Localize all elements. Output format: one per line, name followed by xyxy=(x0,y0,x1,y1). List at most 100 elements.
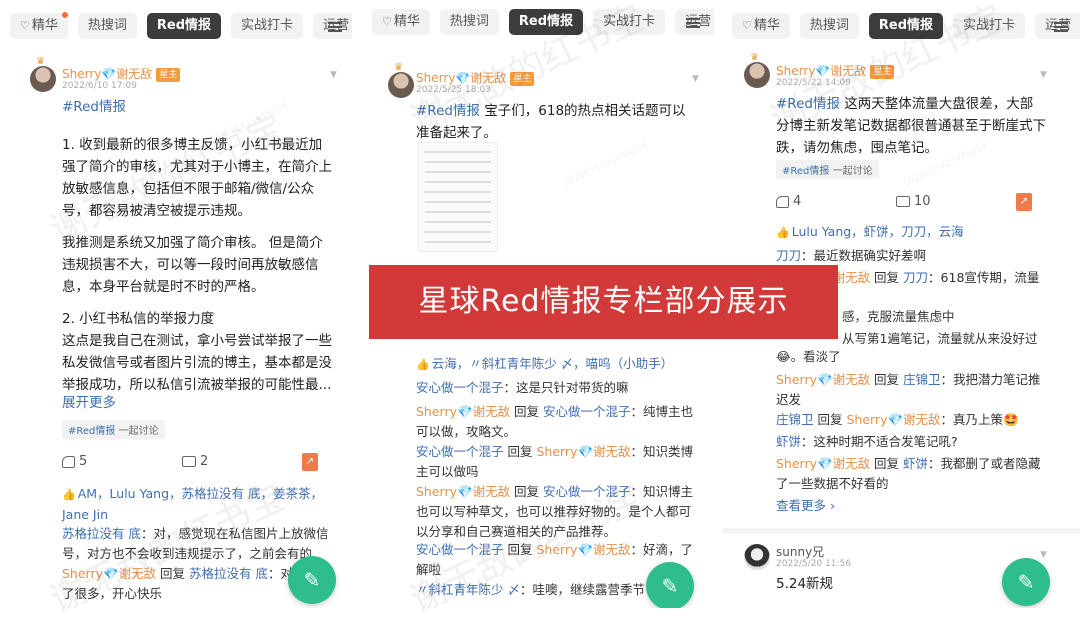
chevron-down-icon[interactable]: ▼ xyxy=(1040,70,1047,80)
comment-count: 2 xyxy=(200,454,209,469)
topic-chip[interactable]: #Red情报 一起讨论 xyxy=(776,160,879,179)
liked-by-names[interactable]: Lulu Yang，虾饼，刀刀，云海 xyxy=(792,224,964,239)
view-more-link[interactable]: 查看更多 › xyxy=(776,496,835,516)
liked-by-names[interactable]: AM，Lulu Yang，苏格拉没有 底，姜茶茶，Jane Jin xyxy=(62,486,323,522)
tab-label: 精华 xyxy=(31,18,58,33)
thumb-up-icon: 👍 xyxy=(776,226,790,239)
expand-more-link[interactable]: 展开更多 xyxy=(62,392,116,414)
chip-tag: #Red情报 xyxy=(782,166,830,177)
commenter-name[interactable]: Sherry💎谢无敌 xyxy=(776,372,870,387)
commenter-name[interactable]: 虾饼 xyxy=(776,434,801,449)
reply-to-name[interactable]: 庄锦卫 xyxy=(903,372,941,387)
commenter-name[interactable]: Sherry💎谢无敌 xyxy=(416,404,510,419)
commenter-name[interactable]: 安心做一个混子 xyxy=(416,380,504,395)
crown-icon: ♛ xyxy=(36,56,45,67)
comment-item: 庄锦卫 回复 Sherry💎谢无敌：真乃上策🤩 xyxy=(776,410,1056,430)
tab-jinghua[interactable]: ♡ 精华 xyxy=(10,13,68,39)
reply-to-name[interactable]: 刀刀 xyxy=(903,270,928,285)
menu-icon[interactable] xyxy=(1054,20,1068,34)
tab-red[interactable]: Red情报 xyxy=(508,9,584,35)
post-image[interactable] xyxy=(418,142,498,252)
reply-to-name[interactable]: 苏格拉没有 底 xyxy=(189,566,268,581)
commenter-name[interactable]: Sherry💎谢无敌 xyxy=(776,456,870,471)
reply-label: 回复 xyxy=(813,412,847,427)
topic-chip[interactable]: #Red情报 一起讨论 xyxy=(62,420,165,439)
author-name[interactable]: Sherry💎谢无敌 星主 xyxy=(416,69,535,86)
commenter-name[interactable]: 刀刀 xyxy=(776,248,801,263)
post-paragraph-3: 2. 小红书私信的举报力度 这点是我自己在测试，拿小号尝试举报了一些私发微信号或… xyxy=(62,311,332,393)
comment-button[interactable]: 2 xyxy=(182,454,208,469)
tab-bar: ♡精华 热搜词 Red情报 实战打卡 运营 xyxy=(10,12,352,40)
comment-text: 从写第1遍笔记，流量就从来没好过 xyxy=(842,331,1038,346)
tab-jinghua[interactable]: ♡ 精华 xyxy=(732,13,790,39)
post-paragraph-1: 1. 收到最新的很多博主反馈，小红书最近加强了简介的审核，尤其对于小博主，在简介… xyxy=(62,137,332,219)
reply-to-name[interactable]: 安心做一个混子 xyxy=(543,484,631,499)
comment-icon xyxy=(896,196,910,207)
comment-text: ：真乃上策🤩 xyxy=(940,412,1019,427)
author-label: Sherry💎谢无敌 xyxy=(416,71,507,85)
share-icon[interactable]: ↗ xyxy=(1016,193,1032,211)
pen-icon: ✎ xyxy=(303,568,321,592)
author-name[interactable]: sunny兄 xyxy=(776,543,824,560)
tab-shizhan[interactable]: 实战打卡 xyxy=(593,9,666,35)
tab-resou[interactable]: 热搜词 xyxy=(77,13,137,39)
comment-button[interactable]: 10 xyxy=(896,194,931,209)
compose-button[interactable]: ✎ xyxy=(288,556,336,604)
compose-button[interactable]: ✎ xyxy=(646,562,694,608)
tab-shizhan[interactable]: 实战打卡 xyxy=(953,13,1026,39)
crown-icon: ♛ xyxy=(394,62,403,73)
chevron-down-icon[interactable]: ▼ xyxy=(692,74,699,84)
hashtag[interactable]: #Red情报 xyxy=(776,96,840,112)
tab-red[interactable]: Red情报 xyxy=(146,13,222,39)
commenter-name[interactable]: 〃斜杠青年陈少 〆 xyxy=(416,582,520,597)
chip-action: 一起讨论 xyxy=(118,426,159,437)
reply-label: 回复 xyxy=(870,372,904,387)
like-button[interactable]: 4 xyxy=(776,194,801,209)
avatar[interactable] xyxy=(30,66,56,92)
tab-red[interactable]: Red情报 xyxy=(868,13,944,39)
crown-icon: ♛ xyxy=(750,52,759,63)
commenter-name[interactable]: 苏格拉没有 底 xyxy=(62,526,141,541)
menu-icon[interactable] xyxy=(328,20,342,34)
reply-to-name[interactable]: Sherry💎谢无敌 xyxy=(846,412,940,427)
hashtag[interactable]: #Red情报 xyxy=(62,96,126,118)
tab-resou[interactable]: 热搜词 xyxy=(439,9,499,35)
tab-jinghua[interactable]: ♡ 精华 xyxy=(372,9,430,35)
tab-resou[interactable]: 热搜词 xyxy=(799,13,859,39)
thumb-up-icon: 👍 xyxy=(62,488,76,501)
comment-count: 10 xyxy=(914,194,931,209)
tab-shizhan[interactable]: 实战打卡 xyxy=(231,13,304,39)
post-body: #Red情报 宝子们，618的热点相关话题可以准备起来了。 xyxy=(416,100,692,144)
reply-to-name[interactable]: Sherry💎谢无敌 xyxy=(536,542,630,557)
post-date: 2022/5/20 11:56 xyxy=(776,559,851,569)
owner-badge: 星主 xyxy=(870,65,895,79)
reply-to-name[interactable]: 安心做一个混子 xyxy=(543,404,631,419)
reply-label: 回复 xyxy=(156,566,190,581)
reply-to-name[interactable]: 虾饼 xyxy=(903,456,928,471)
author-name[interactable]: Sherry💎谢无敌 星主 xyxy=(776,62,895,79)
avatar[interactable] xyxy=(744,62,770,88)
post-date: 2022/6/10 17:09 xyxy=(62,81,137,91)
comment-item: Sherry💎谢无敌 回复 庄锦卫：我把潜力笔记推迟发 xyxy=(776,370,1046,410)
commenter-name[interactable]: Sherry💎谢无敌 xyxy=(416,484,510,499)
hashtag[interactable]: #Red情报 xyxy=(416,103,480,119)
avatar[interactable] xyxy=(388,72,414,98)
compose-button[interactable]: ✎ xyxy=(1002,558,1050,606)
commenter-name[interactable]: Sherry💎谢无敌 xyxy=(62,566,156,581)
share-icon[interactable]: ↗ xyxy=(302,453,318,471)
reply-label: 回复 xyxy=(510,484,544,499)
chevron-down-icon[interactable]: ▼ xyxy=(1040,550,1047,560)
reply-to-name[interactable]: Sherry💎谢无敌 xyxy=(536,444,630,459)
reply-label: 回复 xyxy=(503,444,537,459)
commenter-name[interactable]: 庄锦卫 xyxy=(776,412,814,427)
chevron-down-icon[interactable]: ▼ xyxy=(330,70,337,80)
avatar[interactable] xyxy=(744,544,770,570)
menu-icon[interactable] xyxy=(686,16,700,30)
like-button[interactable]: 5 xyxy=(62,454,87,469)
liked-by-names[interactable]: 云海，〃斜杠青年陈少 〆，喵呜（小助手） xyxy=(432,356,673,371)
commenter-name[interactable]: 安心做一个混子 xyxy=(416,542,504,557)
comment-text: ：这种时期不适合发笔记吼? xyxy=(801,434,958,449)
thumb-up-icon: 👍 xyxy=(416,358,430,371)
commenter-name[interactable]: 安心做一个混子 xyxy=(416,444,504,459)
author-name[interactable]: Sherry💎谢无敌 星主 xyxy=(62,65,181,82)
